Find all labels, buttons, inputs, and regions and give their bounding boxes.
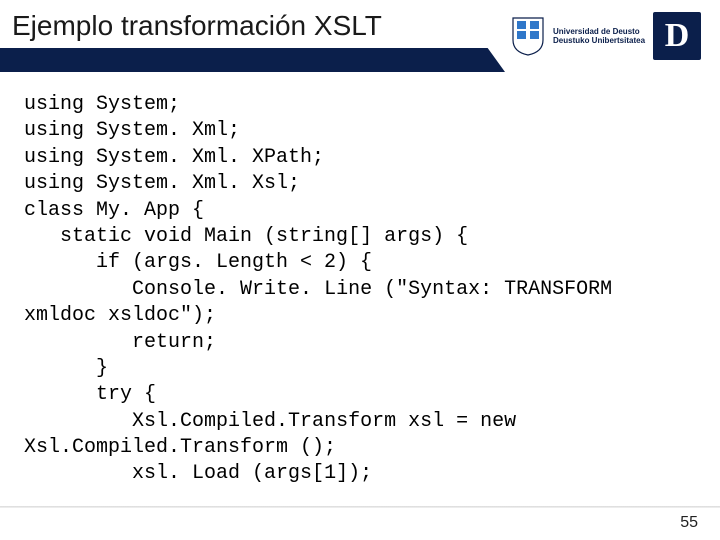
university-line1: Universidad de Deusto (553, 27, 645, 36)
page-number: 55 (680, 514, 698, 532)
slide-header: Ejemplo transformación XSLT Universidad … (0, 0, 720, 72)
slide-title: Ejemplo transformación XSLT (12, 10, 382, 42)
shield-icon (511, 16, 545, 56)
d-badge-icon: D (653, 12, 701, 60)
slide-footer: 55 (0, 506, 720, 540)
university-line2: Deustuko Unibertsitatea (553, 36, 645, 45)
footer-divider (0, 506, 720, 508)
code-block: using System; using System. Xml; using S… (24, 92, 696, 488)
d-letter: D (665, 17, 690, 55)
logo-inner: Universidad de Deusto Deustuko Unibertsi… (505, 0, 720, 72)
university-name: Universidad de Deusto Deustuko Unibertsi… (553, 27, 645, 45)
slide-content: using System; using System. Xml; using S… (0, 72, 720, 488)
university-logo: Universidad de Deusto Deustuko Unibertsi… (505, 0, 720, 72)
